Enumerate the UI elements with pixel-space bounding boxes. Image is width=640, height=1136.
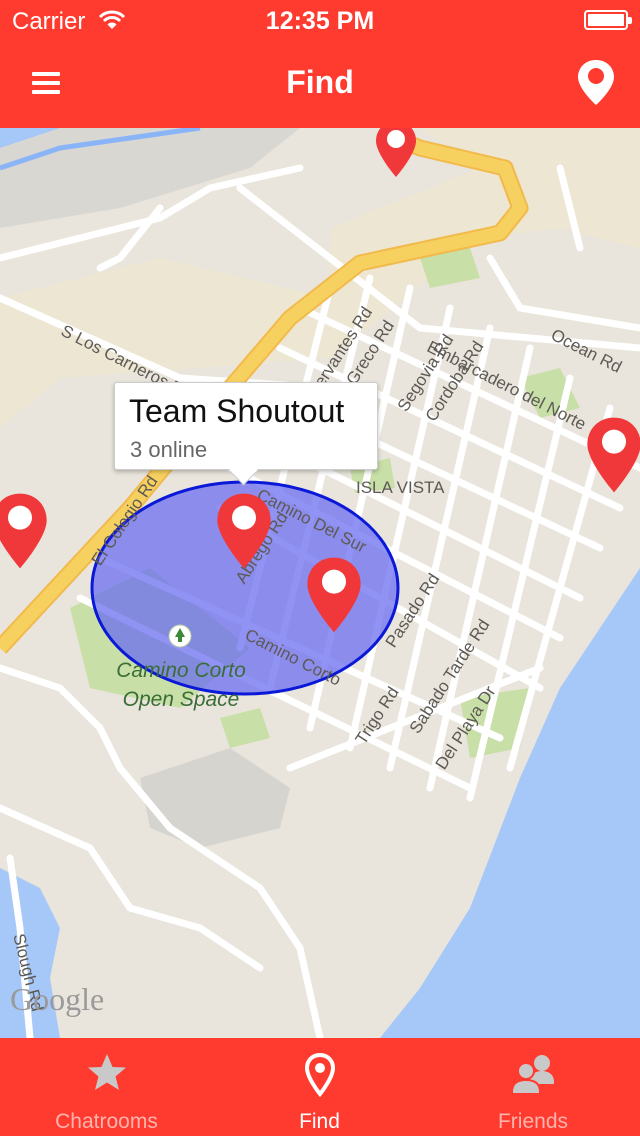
tab-friends[interactable]: Friends — [426, 1038, 640, 1136]
battery-icon — [584, 10, 632, 30]
callout-title: Team Shoutout — [129, 393, 345, 429]
status-bar: Carrier 12:35 PM — [0, 0, 640, 40]
map-pin[interactable] — [375, 120, 417, 178]
star-icon — [87, 1054, 126, 1090]
tab-label: Find — [299, 1110, 340, 1133]
pin-callout[interactable]: Team Shoutout 3 online — [114, 382, 378, 486]
location-pin-icon — [304, 1052, 335, 1098]
map-pin[interactable] — [0, 492, 48, 570]
page-title: Find — [286, 64, 354, 100]
tab-label: Friends — [497, 1110, 569, 1133]
location-pin-icon — [578, 60, 614, 105]
my-location-button[interactable] — [574, 58, 618, 108]
tab-label: Chatrooms — [55, 1110, 158, 1133]
map-pin[interactable] — [306, 556, 362, 634]
tab-bar: Chatrooms Find Friends — [0, 1038, 640, 1136]
tab-find[interactable]: Find — [213, 1038, 426, 1136]
tab-chatrooms[interactable]: Chatrooms — [0, 1038, 213, 1136]
callout-subtitle: 3 online — [130, 437, 208, 462]
map-pin[interactable] — [216, 492, 272, 570]
park-label: Camino Corto Open Space — [116, 659, 246, 711]
park-tree-icon — [168, 624, 192, 648]
map-pin[interactable] — [586, 416, 640, 494]
area-label: ISLA VISTA — [356, 478, 445, 497]
people-icon — [511, 1055, 554, 1095]
google-logo: Google — [10, 981, 105, 1017]
status-time: 12:35 PM — [265, 7, 375, 35]
navigation-bar: Carrier 12:35 PM Find — [0, 0, 640, 128]
